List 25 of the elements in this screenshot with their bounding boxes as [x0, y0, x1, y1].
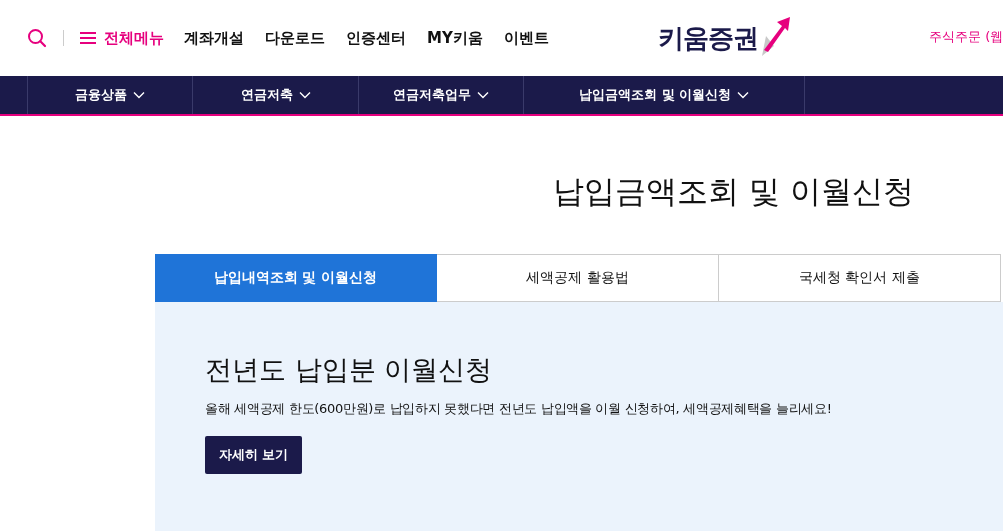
header-link[interactable]: 계좌개설 — [184, 28, 244, 48]
header-link[interactable]: 이벤트 — [503, 28, 549, 48]
tab[interactable]: 납입내역조회 및 이월신청 — [155, 254, 437, 302]
nav-menu-item[interactable]: 납입금액조회 및 이월신청 — [523, 76, 804, 114]
details-button[interactable]: 자세히 보기 — [205, 436, 302, 474]
description-text: 올해 세액공제 한도(600만원)로 납입하지 못했다면 전년도 납입액을 이월 신청하여, 세액공제혜택을 늘리세요! — [205, 400, 833, 418]
stock-order-link[interactable]: 주식주문 (웹 — [929, 28, 1003, 46]
tab[interactable]: 국세청 확인서 제출 — [719, 254, 1001, 302]
page-title: 납입금액조회 및 이월신청 — [553, 172, 915, 210]
chevron-down-icon — [298, 91, 311, 99]
header-link[interactable]: 인증센터 — [346, 28, 406, 48]
nav-menu-item[interactable]: 연금저축 — [192, 76, 358, 114]
chevron-down-icon — [133, 91, 146, 99]
chevron-down-icon — [736, 91, 749, 99]
nav-menu-item[interactable]: 연금저축업무 — [357, 76, 524, 114]
tab[interactable]: 세액공제 활용법 — [437, 254, 719, 302]
header-link[interactable]: MY키움 — [427, 28, 483, 48]
logo-text[interactable]: 키움증권 — [658, 18, 758, 58]
chevron-down-icon — [477, 91, 490, 99]
menu-icon — [80, 31, 96, 45]
section-heading: 전년도 납입분 이월신청 — [205, 353, 494, 387]
header-link[interactable]: 다운로드 — [265, 28, 325, 48]
all-menu-button[interactable]: 전체메뉴 — [80, 28, 164, 48]
search-icon[interactable] — [27, 28, 47, 48]
nav-menu-item[interactable]: 금융상품 — [27, 76, 193, 114]
